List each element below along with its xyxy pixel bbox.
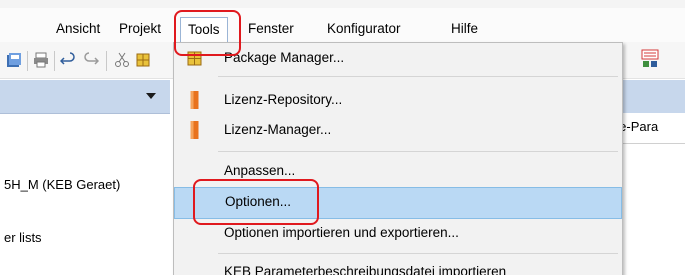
tools-menu: Package Manager... Lizenz-Repository... … [173,42,623,275]
menu-item-label: Optionen importieren und exportieren... [224,225,459,240]
license-icon [190,121,199,139]
menu-separator [218,151,618,152]
chevron-down-icon[interactable] [146,93,156,99]
right-panel-header [619,80,685,113]
menu-hilfe[interactable]: Hilfe [444,16,485,42]
undo-icon[interactable] [60,52,76,68]
menu-item-lizenz-repository[interactable]: Lizenz-Repository... [175,86,621,116]
menu-item-label: Package Manager... [224,50,345,65]
toolbar-separator [106,51,107,71]
menu-ansicht[interactable]: Ansicht [49,16,107,42]
highlight-optionen [193,179,319,225]
tree-item-device[interactable]: 5H_M (KEB Geraet) [4,177,120,192]
menu-item-label: Lizenz-Manager... [224,122,332,137]
package-manager-icon[interactable] [135,52,151,68]
highlight-tools-menu [174,10,241,56]
menu-item-label: Anpassen... [224,163,296,178]
cut-icon[interactable] [114,52,130,68]
app-window: Ansicht Projekt Tools Fenster Konfigurat… [0,0,685,275]
tree-item-lists[interactable]: er lists [4,230,42,245]
title-strip [0,0,685,8]
menu-item-label: Lizenz-Repository... [224,92,343,107]
menu-bar: Ansicht Projekt Tools Fenster Konfigurat… [0,8,685,43]
redo-icon[interactable] [83,52,99,68]
save-all-icon[interactable] [6,52,22,68]
toolbar-separator [27,51,28,71]
menu-item-package-manager[interactable]: Package Manager... [175,44,621,74]
menu-item-label: KEB Parameterbeschreibungsdatei importie… [224,264,507,275]
menu-fenster[interactable]: Fenster [241,16,301,42]
menu-item-lizenz-manager[interactable]: Lizenz-Manager... [175,116,621,146]
menu-separator [218,253,618,254]
print-icon[interactable] [33,52,49,68]
toolbar-separator [54,51,55,71]
keb-icon[interactable] [641,49,659,69]
menu-konfigurator[interactable]: Konfigurator [320,16,408,42]
panel-header [0,80,170,114]
menu-separator [218,76,618,77]
license-icon [190,91,199,109]
menu-projekt[interactable]: Projekt [112,16,168,42]
menu-item-keb-import[interactable]: KEB Parameterbeschreibungsdatei importie… [175,258,621,275]
